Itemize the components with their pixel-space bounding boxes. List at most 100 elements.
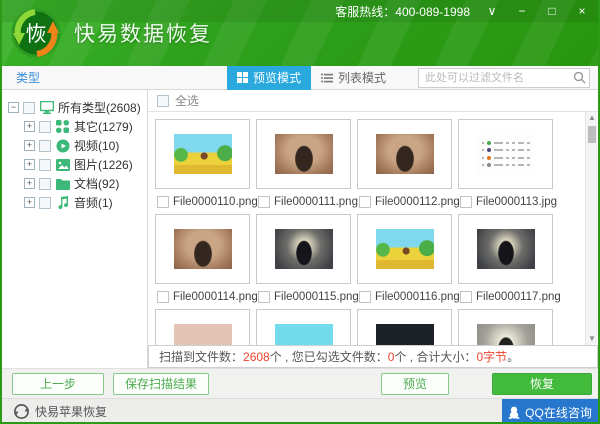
save-scan-button[interactable]: 保存扫描结果 — [113, 373, 209, 395]
preview-button[interactable]: 预览 — [381, 373, 449, 395]
product-brand: 快易苹果恢复 — [14, 403, 107, 420]
tree-item-2[interactable]: +图片(1226) — [8, 155, 147, 174]
collapse-toggle-icon[interactable]: − — [8, 102, 19, 113]
file-label-row: File0000117.png — [458, 287, 553, 307]
file-name: File0000114.png — [173, 291, 258, 303]
status-text-2: 个 , 您已勾选文件数： — [270, 348, 388, 365]
search-input[interactable] — [418, 68, 590, 88]
thumbnail-box[interactable] — [458, 214, 553, 284]
thumbnail-box[interactable] — [357, 309, 452, 345]
expand-toggle-icon[interactable]: + — [24, 121, 35, 132]
product-name: 快易苹果恢复 — [35, 403, 107, 420]
app-title: 快易数据恢复 — [74, 18, 212, 48]
list-mode-button[interactable]: 列表模式 — [311, 66, 396, 90]
file-card[interactable] — [357, 309, 452, 345]
expand-toggle-icon[interactable]: + — [24, 159, 35, 170]
thumbnail-box[interactable] — [155, 119, 250, 189]
file-label-row: File0000114.png — [155, 287, 250, 307]
expand-toggle-icon[interactable]: + — [24, 197, 35, 208]
tree-checkbox[interactable] — [39, 140, 51, 152]
image-icon — [55, 158, 70, 172]
tree-item-0[interactable]: + 其它(1279) — [8, 117, 147, 136]
grid-mode-icon — [237, 72, 248, 83]
folder-icon — [55, 177, 70, 191]
expand-toggle-icon[interactable]: + — [24, 140, 35, 151]
file-card[interactable] — [256, 309, 351, 345]
file-checkbox[interactable] — [157, 196, 169, 208]
thumbnail-image — [275, 324, 333, 345]
qq-support-button[interactable]: QQ在线咨询 — [502, 399, 598, 424]
list-mode-icon — [321, 73, 333, 83]
dropdown-icon[interactable]: ∨ — [484, 3, 500, 19]
tree-item-label: 视频(10) — [74, 137, 119, 154]
expand-toggle-icon[interactable]: + — [24, 178, 35, 189]
file-checkbox[interactable] — [359, 196, 371, 208]
tree-checkbox[interactable] — [39, 197, 51, 209]
selected-count: 0 — [388, 350, 395, 364]
thumbnail-box[interactable] — [256, 309, 351, 345]
recover-button[interactable]: 恢复 — [492, 373, 592, 395]
tree-item-4[interactable]: +音频(1) — [8, 193, 147, 212]
thumbnail-box[interactable] — [155, 309, 250, 345]
scroll-down-icon[interactable]: ▼ — [586, 333, 598, 345]
type-panel-label: 类型 — [16, 69, 144, 86]
file-checkbox[interactable] — [258, 291, 270, 303]
thumbnail-box[interactable] — [357, 214, 452, 284]
scanned-count: 2608 — [243, 350, 270, 364]
file-card[interactable]: File0000111.png — [256, 119, 351, 212]
file-card[interactable]: File0000113.jpg — [458, 119, 553, 212]
file-card[interactable]: File0000112.png — [357, 119, 452, 212]
close-icon[interactable]: × — [574, 3, 590, 19]
file-name: File0000111.png — [274, 196, 358, 208]
thumbnail-image — [477, 324, 535, 345]
thumbnail-box[interactable] — [458, 119, 553, 189]
file-card[interactable] — [458, 309, 553, 345]
scroll-up-icon[interactable]: ▲ — [586, 112, 598, 124]
thumbnail-grid: File0000110.pngFile0000111.pngFile000011… — [148, 112, 598, 345]
file-card[interactable]: File0000110.png — [155, 119, 250, 212]
search-icon[interactable] — [573, 71, 586, 84]
thumbnail-box[interactable] — [357, 119, 452, 189]
tree-checkbox[interactable] — [39, 121, 51, 133]
preview-mode-button[interactable]: 预览模式 — [227, 66, 311, 90]
file-card[interactable] — [155, 309, 250, 345]
tree-children: + 其它(1279) + 视频(10)+图片(1226)+文档(92)+音频(1) — [8, 117, 147, 212]
file-label-row: File0000116.png — [357, 287, 452, 307]
file-card[interactable]: File0000117.png — [458, 214, 553, 307]
status-text-3: 个 , 合计大小： — [394, 348, 476, 365]
file-name: File0000117.png — [476, 291, 561, 303]
minimize-icon[interactable]: − — [514, 3, 530, 19]
file-card[interactable]: File0000115.png — [256, 214, 351, 307]
thumbnail-box[interactable] — [155, 214, 250, 284]
tree-item-1[interactable]: + 视频(10) — [8, 136, 147, 155]
tree-item-all-types[interactable]: −所有类型(2608) — [8, 98, 147, 117]
file-card[interactable]: File0000114.png — [155, 214, 250, 307]
file-name: File0000112.png — [375, 196, 460, 208]
tree-item-3[interactable]: +文档(92) — [8, 174, 147, 193]
back-button[interactable]: 上一步 — [12, 373, 104, 395]
file-card[interactable]: File0000116.png — [357, 214, 452, 307]
file-checkbox[interactable] — [460, 196, 472, 208]
thumbnail-box[interactable] — [256, 119, 351, 189]
maximize-icon[interactable]: □ — [544, 3, 560, 19]
search-box — [418, 68, 590, 88]
file-checkbox[interactable] — [157, 291, 169, 303]
file-checkbox[interactable] — [258, 196, 270, 208]
select-all-checkbox[interactable] — [157, 95, 169, 107]
file-checkbox[interactable] — [359, 291, 371, 303]
tree-checkbox[interactable] — [23, 102, 35, 114]
content-area: −所有类型(2608) + 其它(1279) + 视频(10)+图片(1226)+文档(… — [2, 90, 598, 368]
thumbnail-box[interactable] — [458, 309, 553, 345]
file-name: File0000116.png — [375, 291, 460, 303]
tree-checkbox[interactable] — [39, 178, 51, 190]
thumbnail-box[interactable] — [256, 214, 351, 284]
scrollbar-thumb[interactable] — [588, 126, 596, 143]
vertical-scrollbar[interactable]: ▲ ▼ — [585, 112, 597, 345]
thumbnail-image — [174, 324, 232, 345]
file-name: File0000110.png — [173, 196, 258, 208]
file-checkbox[interactable] — [460, 291, 472, 303]
file-type-tree: −所有类型(2608) + 其它(1279) + 视频(10)+图片(1226)+文档(… — [2, 90, 148, 368]
tree-item-label: 其它(1279) — [74, 118, 133, 135]
tree-checkbox[interactable] — [39, 159, 51, 171]
file-label-row: File0000115.png — [256, 287, 351, 307]
